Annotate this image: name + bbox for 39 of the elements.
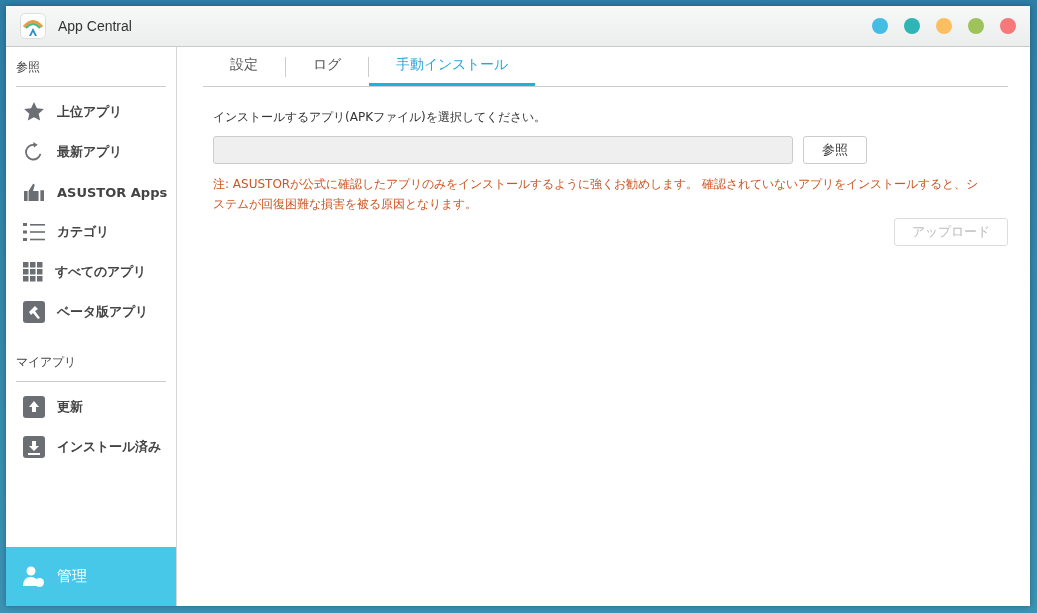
sidebar-heading: マイアプリ: [16, 342, 166, 382]
sidebar-item[interactable]: 最新アプリ: [6, 132, 176, 172]
sidebar-item[interactable]: インストール済み: [6, 427, 176, 467]
sidebar-item[interactable]: カテゴリ: [6, 212, 176, 252]
sidebar-heading: 参照: [16, 47, 166, 87]
warning-text: 注: ASUSTORが公式に確認したアプリのみをインストールするように強くお勧めします。 確認されていないアプリをインストールすると、システムが回復困難な損害を被る原因となります。: [213, 176, 979, 213]
tab[interactable]: ログ: [286, 47, 368, 86]
sidebar-item[interactable]: ASUSTOR Apps: [6, 172, 176, 212]
window-control-button[interactable]: [968, 18, 984, 34]
window-control-button[interactable]: [936, 18, 952, 34]
grid-icon: [23, 262, 43, 282]
sidebar-item-label: インストール済み: [57, 438, 161, 456]
browse-button[interactable]: 参照: [803, 136, 867, 164]
sidebar-item[interactable]: 上位アプリ: [6, 92, 176, 132]
sidebar-item[interactable]: すべてのアプリ: [6, 252, 176, 292]
sidebar-item-label: ASUSTOR Apps: [57, 184, 168, 200]
file-path-field[interactable]: [213, 136, 793, 164]
sidebar-item-label: 上位アプリ: [57, 103, 122, 121]
sidebar-item-label: 管理: [57, 567, 87, 586]
sidebar-item-label: カテゴリ: [57, 223, 109, 241]
star-icon: [23, 101, 45, 123]
list-icon: [23, 222, 45, 242]
download-icon: [23, 436, 45, 458]
tab[interactable]: 設定: [203, 47, 285, 86]
sidebar-item-label: すべてのアプリ: [55, 263, 146, 281]
upload-icon: [23, 396, 45, 418]
window-title: App Central: [58, 18, 132, 34]
sidebar-item-label: 更新: [57, 398, 83, 416]
hammer-icon: [23, 301, 45, 323]
window-control-button[interactable]: [1000, 18, 1016, 34]
thumbs-up-icon: [23, 182, 45, 202]
instruction-text: インストールするアプリ(APKファイル)を選択してください。: [213, 109, 547, 126]
sidebar-item[interactable]: ベータ版アプリ: [6, 292, 176, 332]
window-control-button[interactable]: [904, 18, 920, 34]
app-logo-icon: [20, 13, 46, 39]
sidebar-item-label: 最新アプリ: [57, 143, 122, 161]
sidebar-item-label: ベータ版アプリ: [57, 303, 148, 321]
sidebar-item[interactable]: 更新: [6, 387, 176, 427]
window-control-button[interactable]: [872, 18, 888, 34]
